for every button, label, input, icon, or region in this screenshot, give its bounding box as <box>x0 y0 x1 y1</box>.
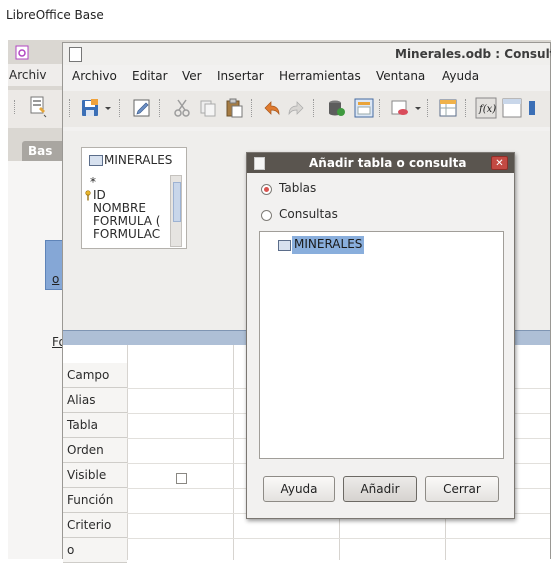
toolbar-separator <box>465 99 468 117</box>
grid-row-divider <box>127 538 550 539</box>
toolbar-separator <box>427 99 430 117</box>
radio-selected-dot <box>264 187 269 192</box>
menu-ventana[interactable]: Ventana <box>376 69 425 83</box>
redo-icon[interactable] <box>285 97 307 119</box>
table-icon <box>89 155 103 166</box>
grid-row-alias: Alias <box>63 388 127 413</box>
grid-column-divider <box>127 345 128 560</box>
toolbar-separator <box>119 99 122 117</box>
undo-icon[interactable] <box>261 97 283 119</box>
field-formula[interactable]: FORMULA ( <box>93 214 169 228</box>
table-icon <box>278 240 291 251</box>
grid-row-criteria: Criterio <box>63 513 127 538</box>
clear-query-icon[interactable] <box>389 97 411 119</box>
window-titlebar: Minerales.odb : Consulta <box>63 43 551 65</box>
toolbar-separator <box>379 99 382 117</box>
function-icon[interactable]: f(x) <box>475 97 497 119</box>
toolbar-separator <box>251 99 254 117</box>
menu-insertar[interactable]: Insertar <box>217 69 264 83</box>
dropdown-arrow-icon[interactable] <box>413 97 423 119</box>
table-window-header[interactable]: MINERALES <box>82 148 186 170</box>
base-doc-icon <box>15 45 29 60</box>
base-tab[interactable]: Bas <box>22 141 62 161</box>
document-icon <box>69 47 82 62</box>
dropdown-arrow-icon[interactable] <box>103 97 113 119</box>
run-query-icon[interactable] <box>325 97 347 119</box>
radio-queries-label[interactable]: Consultas <box>279 207 338 221</box>
menu-herramientas[interactable]: Herramientas <box>279 69 361 83</box>
grid-row-or: o <box>63 538 127 563</box>
list-item[interactable]: MINERALES <box>292 236 365 254</box>
menubar: Archivo Editar Ver Insertar Herramientas… <box>63 65 550 87</box>
window-title: Minerales.odb : Consulta <box>395 47 551 61</box>
base-menu-archivo[interactable]: Archiv <box>9 68 47 82</box>
grid-column-divider <box>233 345 234 560</box>
dialog-titlebar[interactable]: Añadir tabla o consulta ✕ <box>247 153 514 173</box>
toolbar-grip[interactable] <box>14 100 18 114</box>
base-link-fragment[interactable]: o <box>52 272 59 286</box>
copy-icon[interactable] <box>197 97 219 119</box>
table-window-minerales[interactable]: MINERALES * ID NOMBRE FORMULA ( FORMULAC <box>81 147 187 249</box>
close-icon[interactable]: ✕ <box>491 156 508 170</box>
cut-icon[interactable] <box>171 97 193 119</box>
table-name-icon[interactable] <box>501 97 523 119</box>
toolbar-separator <box>313 99 316 117</box>
grid-row-visible: Visible <box>63 463 127 488</box>
grid-row-sort: Orden <box>63 438 127 463</box>
menu-archivo[interactable]: Archivo <box>72 69 117 83</box>
save-icon[interactable] <box>79 97 101 119</box>
help-button[interactable]: Ayuda <box>263 476 335 502</box>
dialog-title: Añadir tabla o consulta <box>309 156 467 170</box>
design-view-icon[interactable] <box>353 97 375 119</box>
toolbar-separator <box>159 99 162 117</box>
primary-key-icon <box>85 190 91 201</box>
field-all[interactable]: * <box>90 175 96 189</box>
field-formulac[interactable]: FORMULAC <box>93 227 169 241</box>
svg-text:f(x): f(x) <box>478 104 496 115</box>
grid-row-table: Tabla <box>63 413 127 438</box>
radio-tables[interactable] <box>261 184 272 195</box>
toolbar-grip[interactable] <box>69 99 72 117</box>
table-window-scrollbar[interactable] <box>170 175 182 247</box>
close-button[interactable]: Cerrar <box>425 476 499 502</box>
table-list[interactable]: MINERALES <box>259 231 504 459</box>
menu-ayuda[interactable]: Ayuda <box>442 69 479 83</box>
add-table-dialog: Añadir tabla o consulta ✕ Tablas Consult… <box>246 152 515 519</box>
grid-row-field: Campo <box>63 363 127 388</box>
radio-tables-label[interactable]: Tablas <box>279 181 316 195</box>
menu-editar[interactable]: Editar <box>132 69 168 83</box>
alias-icon[interactable] <box>527 97 547 119</box>
toolbar: f(x) <box>63 91 550 127</box>
visible-checkbox[interactable] <box>176 473 187 484</box>
radio-queries[interactable] <box>261 210 272 221</box>
scrollbar-thumb[interactable] <box>173 182 181 222</box>
field-id[interactable]: ID <box>93 188 106 202</box>
field-nombre[interactable]: NOMBRE <box>93 201 146 215</box>
caption-label: LibreOffice Base <box>6 8 104 22</box>
table-window-title: MINERALES <box>104 153 173 167</box>
base-panel <box>8 161 65 559</box>
dialog-document-icon <box>254 157 265 170</box>
paste-icon[interactable] <box>223 97 245 119</box>
menu-ver[interactable]: Ver <box>182 69 202 83</box>
edit-icon[interactable] <box>131 97 153 119</box>
add-tables-icon[interactable] <box>437 97 459 119</box>
grid-row-function: Función <box>63 488 127 513</box>
new-document-icon[interactable] <box>28 95 48 119</box>
add-button[interactable]: Añadir <box>343 476 417 502</box>
